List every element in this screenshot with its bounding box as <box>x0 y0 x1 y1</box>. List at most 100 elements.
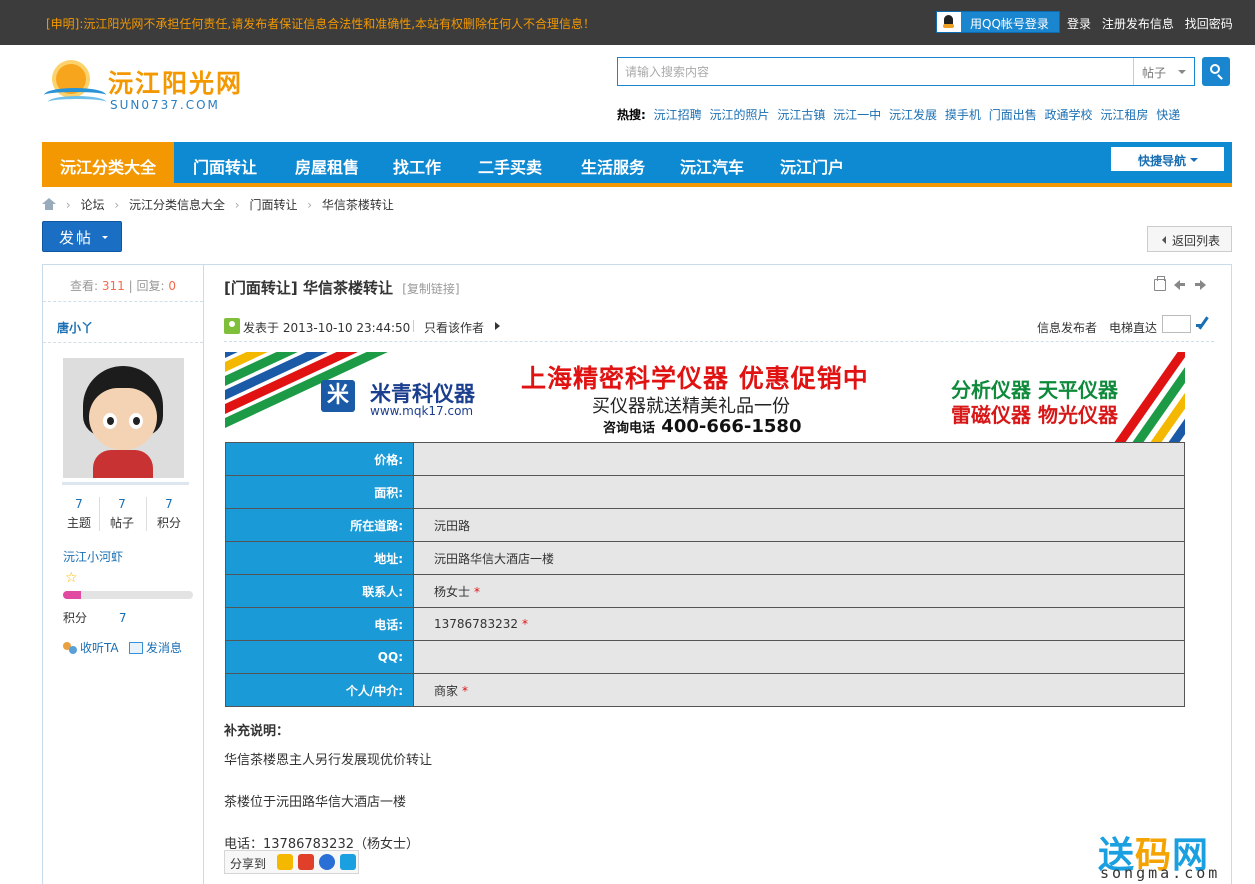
search-icon <box>1210 64 1220 74</box>
new-post-button[interactable]: 发帖 <box>42 221 122 252</box>
wave-logo-icon-2 <box>48 96 106 108</box>
hot-search-item[interactable]: 摸手机 <box>945 108 981 122</box>
baidu-share-icon[interactable] <box>319 854 335 870</box>
watermark-domain: songma.com <box>1100 864 1221 882</box>
nav-item-portal[interactable]: 沅江门户 <box>762 142 862 183</box>
post-content: [门面转让] 华信茶楼转让 [复制链接] 发表于 2013-10-10 23:4… <box>204 265 1231 884</box>
note-line: 华信茶楼恩主人另行发展现优价转让 <box>224 753 433 768</box>
weibo-share-icon[interactable] <box>298 854 314 870</box>
user-group[interactable]: 沅江小河虾 <box>63 548 123 565</box>
copy-link[interactable]: [复制链接] <box>402 282 459 296</box>
stat-credits[interactable]: 7 积分 <box>147 497 191 533</box>
row-value: 13786783232 * <box>413 607 1185 641</box>
level-progress-bar <box>63 591 193 599</box>
online-status-icon <box>224 318 240 334</box>
hot-search-item[interactable]: 沅江租房 <box>1100 108 1148 122</box>
qq-login-button[interactable]: 用QQ帐号登录 <box>936 11 1060 33</box>
nav-item-housing[interactable]: 房屋租售 <box>276 142 378 183</box>
only-author-link[interactable]: 只看该作者 <box>424 319 484 336</box>
row-label: 面积: <box>225 475 414 509</box>
thread-stats: 查看: 311 | 回复: 0 <box>43 265 203 302</box>
hot-search-item[interactable]: 沅江的照片 <box>709 108 769 122</box>
search-button[interactable] <box>1202 57 1230 86</box>
row-label: QQ: <box>225 640 414 674</box>
tencent-share-icon[interactable] <box>340 854 356 870</box>
hot-search-item[interactable]: 沅江发展 <box>889 108 937 122</box>
send-message-link[interactable]: 发消息 <box>129 639 182 656</box>
row-label: 价格: <box>225 442 414 476</box>
note-line: 茶楼位于沅田路华信大酒店一楼 <box>224 795 407 810</box>
row-value: 沅田路华信大酒店一楼 <box>413 541 1185 575</box>
back-to-list-label: 返回列表 <box>1172 234 1221 248</box>
qzone-share-icon[interactable] <box>277 854 293 870</box>
breadcrumb-current[interactable]: 华信茶楼转让 <box>322 198 394 212</box>
breadcrumb-forum[interactable]: 论坛 <box>80 198 104 212</box>
hot-search-item[interactable]: 快递 <box>1156 108 1180 122</box>
row-label: 联系人: <box>225 574 414 608</box>
new-post-label: 发帖 <box>59 229 94 247</box>
table-row: 电话: 13786783232 * <box>225 607 1185 641</box>
author-name[interactable]: 唐小丫 <box>57 319 93 336</box>
row-value: 沅田路 <box>413 508 1185 542</box>
nav-item-shop-transfer[interactable]: 门面转让 <box>174 142 276 183</box>
site-domain: SUN0737.COM <box>110 98 220 112</box>
follow-icon <box>63 642 77 654</box>
caret-right-icon <box>495 322 500 330</box>
nav-item-jobs[interactable]: 找工作 <box>378 142 456 183</box>
nav-item-life-services[interactable]: 生活服务 <box>564 142 662 183</box>
breadcrumb: › 论坛 › 沅江分类信息大全 › 门面转让 › 华信茶楼转让 <box>42 196 394 213</box>
breadcrumb-board[interactable]: 门面转让 <box>249 198 297 212</box>
row-label: 地址: <box>225 541 414 575</box>
ad-products-2: 雷磁仪器 物光仪器 <box>951 403 1118 427</box>
jump-floor-label: 电梯直达 <box>1109 321 1158 335</box>
nav-item-cars[interactable]: 沅江汽车 <box>662 142 762 183</box>
hot-search-item[interactable]: 沅江一中 <box>833 108 881 122</box>
chevron-left-icon <box>1162 236 1166 244</box>
post-category[interactable]: [门面转让] <box>224 279 298 297</box>
login-link[interactable]: 登录 <box>1067 17 1091 31</box>
search-scope-select[interactable]: 帖子 <box>1133 58 1195 85</box>
row-value <box>413 442 1185 476</box>
stat-posts[interactable]: 7 帖子 <box>100 497 144 533</box>
register-link[interactable]: 注册发布信息 <box>1102 17 1174 31</box>
search-input[interactable] <box>618 58 1132 85</box>
credit-value: 7 <box>118 611 127 625</box>
table-row: 联系人: 杨女士 * <box>225 574 1185 608</box>
nav-item-secondhand[interactable]: 二手买卖 <box>456 142 564 183</box>
views-count: 311 <box>101 279 125 293</box>
breadcrumb-category[interactable]: 沅江分类信息大全 <box>129 198 225 212</box>
top-bar: [申明]:沅江阳光网不承担任何责任,请发布者保证信息合法性和准确性,本站有权删除… <box>0 0 1255 45</box>
ad-banner[interactable]: 米 米青科仪器 www.mqk17.com 上海精密科学仪器 优惠促销中 买仪器… <box>225 352 1185 442</box>
thread-frame: 查看: 311 | 回复: 0 唐小丫 7 主题 7 帖子 7 积分 沅江小河虾… <box>42 264 1232 884</box>
previous-thread-icon[interactable] <box>1174 279 1186 291</box>
post-time: 发表于 2013-10-10 23:44:50 <box>243 321 411 335</box>
share-bar: 分享到 <box>224 850 359 874</box>
site-logo[interactable]: 沅江阳光网 SUN0737.COM <box>44 58 254 118</box>
hot-search-item[interactable]: 门面出售 <box>989 108 1037 122</box>
recover-password-link[interactable]: 找回密码 <box>1185 17 1233 31</box>
credit-label: 积分 <box>63 611 88 625</box>
disclaimer-notice: [申明]:沅江阳光网不承担任何责任,请发布者保证信息合法性和准确性,本站有权删除… <box>46 17 596 31</box>
back-to-list-button[interactable]: 返回列表 <box>1147 226 1232 252</box>
table-row: 面积: <box>225 475 1185 509</box>
post-title: [门面转让] 华信茶楼转让 [复制链接] <box>224 277 460 298</box>
next-thread-icon[interactable] <box>1194 279 1206 291</box>
table-row: 个人/中介: 商家 * <box>225 673 1185 707</box>
nav-item-classified[interactable]: 沅江分类大全 <box>42 142 174 183</box>
home-icon[interactable] <box>42 198 56 210</box>
hot-search-item[interactable]: 沅江古镇 <box>777 108 825 122</box>
post-tools <box>1154 276 1214 293</box>
stat-topics[interactable]: 7 主题 <box>57 497 101 533</box>
ad-headline: 上海精密科学仪器 优惠促销中 <box>521 364 869 393</box>
jump-go-icon[interactable] <box>1196 316 1210 332</box>
follow-link[interactable]: 收听TA <box>63 639 119 656</box>
credit-row: 积分 7 <box>63 609 126 626</box>
hot-search-item[interactable]: 政通学校 <box>1045 108 1093 122</box>
table-row: 价格: <box>225 442 1185 476</box>
print-icon[interactable] <box>1154 276 1166 291</box>
hot-search-item[interactable]: 沅江招聘 <box>654 108 702 122</box>
avatar[interactable] <box>63 358 184 478</box>
jump-floor-input[interactable] <box>1162 315 1191 333</box>
quick-nav-button[interactable]: 快捷导航 <box>1111 147 1224 171</box>
views-label: 查看: <box>70 279 99 293</box>
